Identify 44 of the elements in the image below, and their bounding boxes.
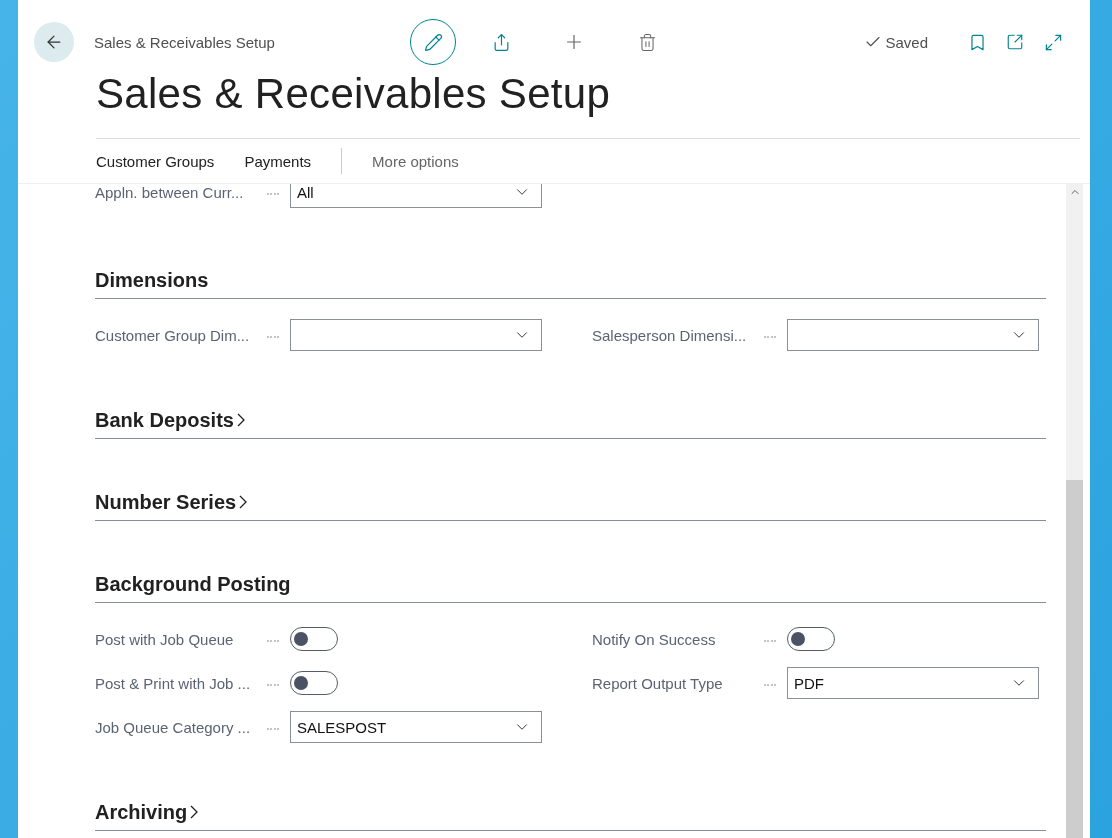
field-label: Notify On Success <box>592 630 717 648</box>
leader-dots <box>764 683 776 686</box>
dropdown-field[interactable] <box>787 319 1039 351</box>
leader-dots <box>267 727 279 730</box>
chevron-right-icon <box>190 805 199 819</box>
back-button[interactable] <box>34 22 74 62</box>
dropdown-field[interactable] <box>290 319 542 351</box>
dropdown-field[interactable]: PDF <box>787 667 1039 699</box>
page-title: Sales & Receivables Setup <box>96 70 612 118</box>
expand-icon <box>1043 32 1063 52</box>
chevron-right-icon <box>239 495 248 509</box>
section-header[interactable]: Archiving <box>95 800 199 824</box>
breadcrumb: Sales & Receivables Setup <box>94 33 276 51</box>
field-label: Appln. between Curr... <box>95 184 245 201</box>
saved-status: Saved <box>864 33 928 51</box>
leader-dots <box>267 192 279 195</box>
section-header[interactable]: Dimensions <box>95 268 209 292</box>
more-options-button[interactable]: More options <box>372 152 459 170</box>
leader-dots <box>764 639 776 642</box>
toggle-switch[interactable] <box>290 671 338 695</box>
action-button[interactable]: Payments <box>244 152 342 170</box>
toggle-switch[interactable] <box>787 627 835 651</box>
chevron-right-icon <box>236 413 245 427</box>
pencil-icon <box>423 32 443 52</box>
open-in-new-icon <box>1006 33 1024 51</box>
leader-dots <box>267 683 279 686</box>
field-label: Customer Group Dim... <box>95 326 251 344</box>
leader-dots <box>267 335 279 338</box>
dropdown-field[interactable]: SALESPOST <box>290 711 542 743</box>
trash-icon <box>637 32 657 52</box>
field-label: Job Queue Category ... <box>95 718 252 736</box>
scrollbar[interactable] <box>1066 184 1083 838</box>
section-header[interactable]: Number Series <box>95 490 248 514</box>
dropdown-field[interactable]: All <box>290 184 542 208</box>
field-label: Salesperson Dimensi... <box>592 326 748 344</box>
leader-dots <box>267 639 279 642</box>
section-header[interactable]: Background Posting <box>95 572 291 596</box>
field-label: Post with Job Queue <box>95 630 235 648</box>
field-label: Post & Print with Job ... <box>95 674 252 692</box>
action-button[interactable]: Customer Groups <box>96 152 245 170</box>
section-header[interactable]: Bank Deposits <box>95 408 245 432</box>
toggle-switch[interactable] <box>290 627 338 651</box>
field-label: Report Output Type <box>592 674 724 692</box>
leader-dots <box>764 335 776 338</box>
